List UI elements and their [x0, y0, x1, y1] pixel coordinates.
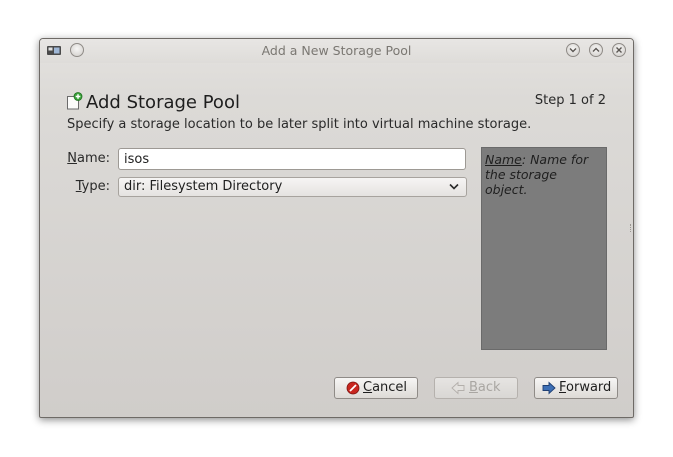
back-label: Back	[469, 380, 501, 395]
page-subtitle: Specify a storage location to be later s…	[67, 117, 532, 132]
forward-label: Forward	[559, 380, 611, 395]
close-button[interactable]	[612, 43, 626, 57]
chevron-down-icon	[569, 48, 577, 53]
title-bar[interactable]: Add a New Storage Pool	[40, 39, 633, 63]
back-mnemonic: B	[469, 380, 478, 395]
help-term: Name	[485, 152, 522, 167]
name-label-mnemonic: N	[67, 151, 77, 166]
type-dropdown-value: dir: Filesystem Directory	[124, 179, 283, 194]
page-title: Add Storage Pool	[86, 92, 240, 113]
name-label-text: ame:	[76, 151, 110, 166]
close-icon	[616, 47, 622, 53]
cancel-mnemonic: C	[363, 380, 373, 395]
back-button[interactable]: Back	[434, 377, 518, 399]
cancel-text: ancel	[372, 380, 408, 395]
forward-mnemonic: F	[559, 380, 567, 395]
forward-button[interactable]: Forward	[534, 377, 618, 399]
type-label: Type:	[40, 179, 110, 194]
arrow-left-icon	[451, 381, 465, 395]
type-label-text: ype:	[81, 179, 110, 194]
type-dropdown[interactable]: dir: Filesystem Directory	[118, 177, 467, 197]
step-indicator: Step 1 of 2	[534, 93, 606, 108]
maximize-button[interactable]	[589, 43, 603, 57]
chevron-up-icon	[592, 47, 600, 52]
name-label: Name:	[40, 151, 110, 166]
cancel-button[interactable]: Cancel	[334, 377, 418, 399]
dialog-window: Add a New Storage Pool Add Storage Pool …	[39, 38, 634, 418]
help-panel: Name: Name for the storage object.	[481, 147, 607, 350]
stop-icon	[346, 381, 360, 395]
name-input[interactable]	[118, 148, 466, 170]
window-title: Add a New Storage Pool	[261, 43, 412, 58]
minimize-button[interactable]	[566, 43, 580, 57]
forward-text: orward	[566, 380, 612, 395]
resize-grip[interactable]	[630, 224, 633, 232]
back-text: ack	[477, 380, 501, 395]
add-document-icon	[67, 92, 83, 110]
chevron-down-icon	[449, 183, 459, 190]
arrow-right-icon	[542, 381, 556, 395]
cancel-label: Cancel	[363, 380, 407, 395]
